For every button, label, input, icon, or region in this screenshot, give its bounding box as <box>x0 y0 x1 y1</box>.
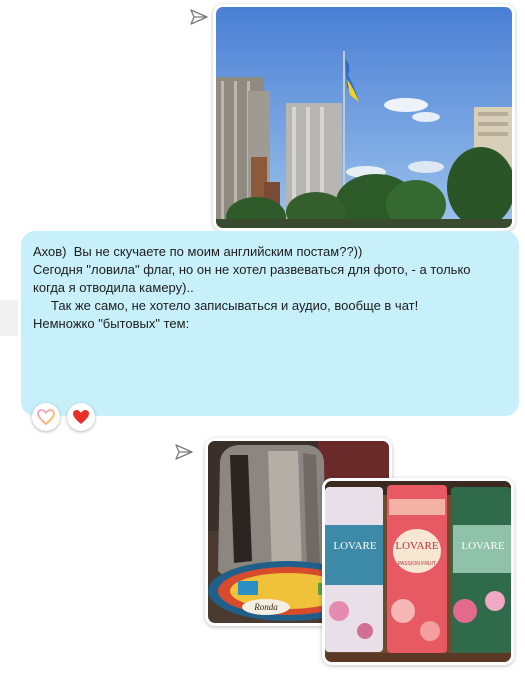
message-line: Так же само, не хотело записываться и ау… <box>33 298 419 313</box>
message-line: Немножко "бытовых" тем: <box>33 316 190 331</box>
reaction-heart-outline[interactable] <box>32 403 60 431</box>
trivet-brand-text: Ronda <box>253 602 278 612</box>
tea-tins-photo[interactable]: LOVARE LOVARE PASSION FRUIT LOVARE <box>322 478 514 665</box>
message-line: Ахов) Вы не скучаете по моим английским … <box>33 244 363 259</box>
tin-label-text: LOVARE <box>333 540 376 552</box>
flag-photo[interactable] <box>213 4 515 231</box>
red-heart-icon <box>73 410 89 424</box>
reaction-red-heart[interactable] <box>67 403 95 431</box>
message-bubble[interactable]: Ахов) Вы не скучаете по моим английским … <box>21 231 519 416</box>
tin-flavor-text: PASSION FRUIT <box>398 561 436 567</box>
send-status-icon <box>190 9 208 25</box>
tin-label-text: LOVARE <box>395 540 438 552</box>
message-line: Сегодня "ловила" флаг, но он не хотел ра… <box>33 262 471 277</box>
message-line: когда я отводила камеру).. <box>33 280 194 295</box>
heart-outline-gradient-icon <box>37 409 55 425</box>
previous-bubble-edge <box>0 300 18 336</box>
tin-label-text: LOVARE <box>461 540 504 552</box>
send-status-icon <box>175 444 193 460</box>
